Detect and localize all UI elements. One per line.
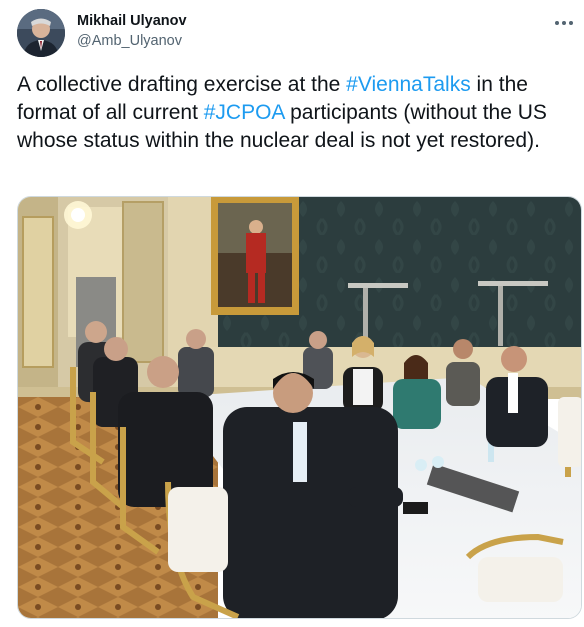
hashtag-link-jcpoa[interactable]: #JCPOA (204, 101, 285, 124)
author-names: Mikhail Ulyanov @Amb_Ulyanov (77, 12, 187, 51)
tweet-text: A collective drafting exercise at the #V… (17, 71, 577, 155)
more-dot (555, 21, 559, 25)
hashtag-link-viennatalks[interactable]: #ViennaTalks (346, 73, 471, 96)
author-avatar[interactable] (17, 9, 65, 57)
tweet-card: Mikhail Ulyanov @Amb_Ulyanov A collectiv… (0, 0, 584, 627)
author-handle[interactable]: @Amb_Ulyanov (77, 32, 187, 51)
author-display-name[interactable]: Mikhail Ulyanov (77, 12, 187, 31)
tweet-text-segment: A collective drafting exercise at the (17, 73, 347, 96)
more-dot (569, 21, 573, 25)
tweet-photo[interactable] (17, 196, 582, 619)
avatar-photo-icon (17, 9, 65, 57)
more-options-icon[interactable] (555, 18, 579, 28)
photo-meeting-room-icon (18, 197, 581, 618)
more-dot (562, 21, 566, 25)
